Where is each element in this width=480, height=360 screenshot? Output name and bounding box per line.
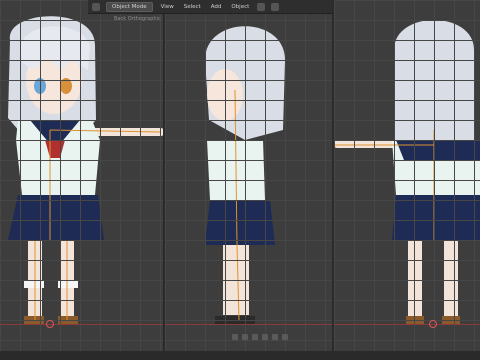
grid xyxy=(334,0,480,360)
editor-type-icon[interactable] xyxy=(92,2,100,11)
x-axis-line xyxy=(334,324,480,325)
menu-object[interactable]: Object xyxy=(229,3,251,11)
nav-button[interactable] xyxy=(262,334,268,340)
menu-add[interactable]: Add xyxy=(209,3,224,11)
grid xyxy=(0,0,163,360)
nav-button[interactable] xyxy=(232,334,238,340)
nav-button[interactable] xyxy=(252,334,258,340)
viewport-nav-toolbar xyxy=(185,331,332,343)
shading-icon[interactable] xyxy=(257,2,266,11)
viewport-header: Object Mode View Select Add Object xyxy=(88,0,332,14)
nav-button[interactable] xyxy=(272,334,278,340)
view-name-label: Back Orthographic xyxy=(114,16,161,22)
overlay-icon[interactable] xyxy=(271,2,280,11)
viewport-back[interactable] xyxy=(334,0,480,360)
origin-marker xyxy=(429,320,437,328)
x-axis-line xyxy=(165,324,332,325)
menu-view[interactable]: View xyxy=(159,3,176,11)
x-axis-line xyxy=(0,324,163,325)
viewport-front[interactable] xyxy=(0,0,163,360)
mode-dropdown[interactable]: Object Mode xyxy=(106,1,153,12)
menu-select[interactable]: Select xyxy=(182,3,203,11)
nav-button[interactable] xyxy=(282,334,288,340)
grid xyxy=(165,0,332,360)
origin-marker xyxy=(46,320,54,328)
status-bar xyxy=(0,351,480,360)
nav-button[interactable] xyxy=(242,334,248,340)
viewport-side[interactable] xyxy=(165,0,332,360)
viewport-info: Back Orthographic xyxy=(114,16,161,23)
